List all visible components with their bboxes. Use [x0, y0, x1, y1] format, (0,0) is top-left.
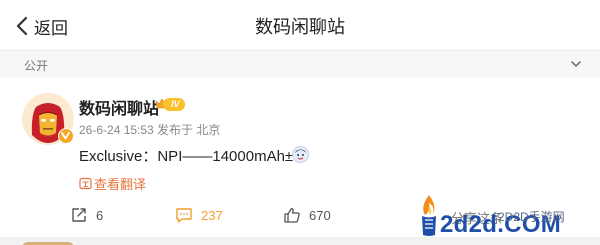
author-name[interactable]: 数码闲聊站: [79, 95, 159, 119]
like-button[interactable]: 670: [283, 206, 331, 224]
post-meta: 26-6-24 15:53 发布于 北京: [79, 123, 221, 137]
post-text: Exclusive：NPI——14000mAh±: [79, 148, 294, 165]
comment-icon: [176, 208, 192, 223]
visibility-selector[interactable]: 公开: [0, 51, 600, 77]
visibility-label: 公开: [24, 59, 49, 73]
like-icon: [284, 207, 300, 223]
repost-button[interactable]: 6: [70, 206, 103, 224]
watermark: 2d2d.COM 2D2D手游网: [418, 193, 598, 243]
watermark-site-name: 2D2D手游网: [498, 210, 565, 224]
chevron-down-icon: [571, 61, 581, 67]
repost-count: 6: [96, 207, 104, 223]
verified-v-icon: [61, 132, 70, 140]
like-count: 670: [309, 207, 331, 223]
flame-logo-icon: [422, 195, 436, 236]
page-title: 数码闲聊站: [255, 17, 345, 37]
translate-label: 查看翻译: [94, 177, 147, 192]
verified-badge: [58, 128, 74, 144]
translate-icon: [79, 177, 92, 190]
emoji-icon: [292, 146, 309, 163]
top-bar: 返回 数码闲聊站: [0, 0, 600, 50]
comment-count: 237: [201, 207, 223, 223]
repost-icon: [72, 208, 86, 222]
translate-link[interactable]: 查看翻译: [79, 174, 146, 193]
level-badge: IV: [163, 98, 185, 111]
comment-button[interactable]: 237: [175, 206, 223, 224]
